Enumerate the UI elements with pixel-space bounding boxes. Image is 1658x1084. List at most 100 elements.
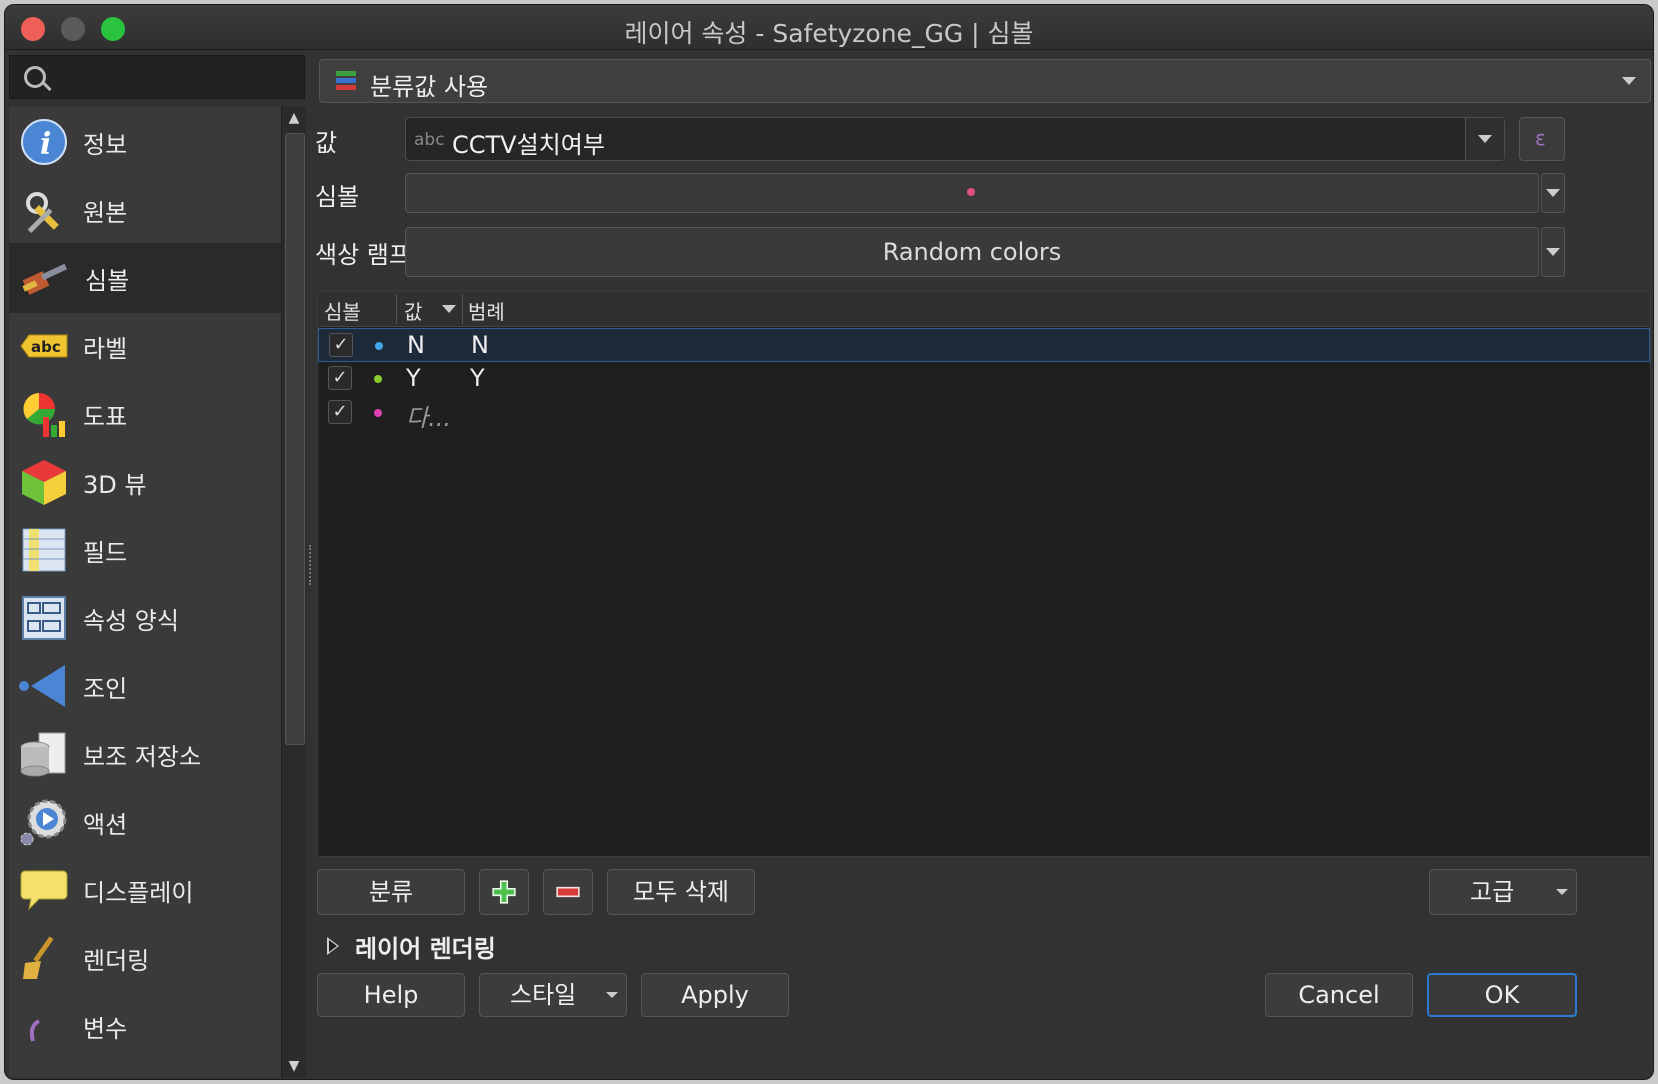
sidebar-item-display[interactable]: 디스플레이 <box>9 855 281 925</box>
action-gear-icon <box>20 799 67 846</box>
chevron-down-icon <box>1546 189 1560 197</box>
join-icon <box>19 665 65 707</box>
3d-cube-icon <box>22 460 66 505</box>
header-separator <box>396 294 397 324</box>
plus-icon <box>492 880 516 904</box>
table-row[interactable]: ✓ N N <box>318 328 1650 362</box>
row-symbol[interactable] <box>375 342 383 350</box>
expand-triangle-icon[interactable] <box>327 937 339 955</box>
sidebar-item-label: 심볼 <box>85 267 130 295</box>
color-ramp-button[interactable]: Random colors <box>405 227 1539 277</box>
sidebar-item-symbology[interactable]: 심볼 <box>9 243 281 313</box>
sidebar-item-fields[interactable]: 필드 <box>9 515 281 585</box>
sidebar-item-labels[interactable]: abc 라벨 <box>9 311 281 381</box>
label-abc-icon: abc <box>20 334 68 358</box>
sidebar-item-label: 변수 <box>83 1015 128 1043</box>
sidebar-item-info[interactable]: i 정보 <box>9 107 281 177</box>
sidebar-item-label: 정보 <box>83 131 128 159</box>
style-label: 스타일 <box>510 981 577 1009</box>
row-checkbox[interactable]: ✓ <box>329 333 353 357</box>
categorized-renderer-icon <box>336 71 356 90</box>
sort-desc-icon <box>442 305 456 313</box>
ok-button[interactable]: OK <box>1427 973 1577 1017</box>
table-row[interactable]: ✓ 다... <box>318 396 1650 433</box>
scroll-up-icon[interactable]: ▲ <box>282 107 306 129</box>
attributes-form-icon <box>22 596 66 640</box>
string-type-badge: abc <box>414 130 445 150</box>
row-legend[interactable]: N <box>471 331 489 359</box>
sidebar-item-variables[interactable]: 변수 <box>9 991 281 1061</box>
header-separator <box>462 294 463 324</box>
advanced-button[interactable]: 고급 <box>1429 869 1577 915</box>
row-symbol[interactable] <box>374 375 382 383</box>
row-value[interactable]: 다... <box>406 398 451 433</box>
classify-button[interactable]: 분류 <box>317 869 465 915</box>
cancel-button[interactable]: Cancel <box>1265 973 1413 1017</box>
sidebar-item-actions[interactable]: 액션 <box>9 787 281 857</box>
sidebar: i 정보 원본 심볼 abc 라벨 도표 3D 뷰 필드 속성 양식 조인 보조… <box>5 51 306 1079</box>
add-category-button[interactable] <box>479 869 529 915</box>
display-tip-icon <box>20 870 68 911</box>
sidebar-item-label: 라벨 <box>83 335 128 363</box>
sidebar-item-label: 속성 양식 <box>83 607 179 635</box>
row-value[interactable]: N <box>407 331 425 359</box>
scroll-down-icon[interactable]: ▼ <box>282 1055 306 1077</box>
sidebar-menu: i 정보 원본 심볼 abc 라벨 도표 3D 뷰 필드 속성 양식 조인 보조… <box>9 107 281 1077</box>
header-symbol[interactable]: 심볼 <box>324 296 361 325</box>
search-icon <box>24 66 46 88</box>
row-checkbox[interactable]: ✓ <box>328 366 352 390</box>
style-button[interactable]: 스타일 <box>479 973 627 1017</box>
search-input[interactable] <box>9 55 305 99</box>
sidebar-item-auxiliary-storage[interactable]: 보조 저장소 <box>9 719 281 789</box>
row-symbol[interactable] <box>374 409 382 417</box>
delete-all-button[interactable]: 모두 삭제 <box>607 869 755 915</box>
info-icon: i <box>21 119 67 165</box>
sidebar-item-label: 액션 <box>83 811 128 839</box>
chevron-down-icon <box>1622 77 1636 85</box>
header-value[interactable]: 값 <box>404 296 422 325</box>
symbology-brush-icon <box>22 263 68 295</box>
expression-icon: ε <box>1535 126 1546 150</box>
value-field-text: CCTV설치여부 <box>452 131 605 159</box>
rendering-brush-icon <box>23 936 54 979</box>
header-legend[interactable]: 범례 <box>468 296 505 325</box>
symbol-preview <box>967 188 975 196</box>
sidebar-item-label: 필드 <box>83 539 128 567</box>
sidebar-item-diagrams[interactable]: 도표 <box>9 379 281 449</box>
table-row[interactable]: ✓ Y Y <box>318 362 1650 396</box>
sidebar-item-source[interactable]: 원본 <box>9 175 281 245</box>
row-value[interactable]: Y <box>406 364 421 392</box>
symbol-menu-button[interactable] <box>1541 173 1565 213</box>
chevron-down-icon <box>1546 248 1560 256</box>
sidebar-item-label: 디스플레이 <box>83 879 194 907</box>
symbology-panel: 분류값 사용 값 abc CCTV설치여부 ε 심볼 색상 램프 Random … <box>315 51 1653 1079</box>
expression-button[interactable]: ε <box>1519 117 1565 161</box>
sidebar-item-label: 조인 <box>83 675 128 703</box>
color-ramp-menu-button[interactable] <box>1541 227 1565 277</box>
sidebar-scrollbar[interactable]: ▲ ▼ <box>281 107 306 1077</box>
diagram-icon <box>23 393 65 437</box>
sidebar-item-label: 보조 저장소 <box>83 743 202 771</box>
symbol-label: 심볼 <box>315 183 360 211</box>
sidebar-item-label: 렌더링 <box>83 947 150 975</box>
sidebar-item-3d-view[interactable]: 3D 뷰 <box>9 447 281 517</box>
svg-text:abc: abc <box>31 338 61 356</box>
window-title: 레이어 속성 - Safetyzone_GG | 심볼 <box>624 19 1034 48</box>
row-checkbox[interactable]: ✓ <box>328 400 352 424</box>
sidebar-item-rendering[interactable]: 렌더링 <box>9 923 281 993</box>
scroll-thumb[interactable] <box>285 133 305 745</box>
renderer-select[interactable]: 분류값 사용 <box>319 59 1651 103</box>
color-ramp-value: Random colors <box>882 238 1062 266</box>
sidebar-item-attributes-form[interactable]: 속성 양식 <box>9 583 281 653</box>
help-button[interactable]: Help <box>317 973 465 1017</box>
delete-category-button[interactable] <box>543 869 593 915</box>
sidebar-item-joins[interactable]: 조인 <box>9 651 281 721</box>
row-legend[interactable]: Y <box>470 364 485 392</box>
svg-text:i: i <box>40 127 51 162</box>
categories-table[interactable]: 심볼 값 범례 ✓ N N ✓ Y Y ✓ 다... <box>317 291 1651 857</box>
value-field-select[interactable]: abc CCTV설치여부 <box>405 117 1505 161</box>
apply-button[interactable]: Apply <box>641 973 789 1017</box>
symbol-button[interactable] <box>405 173 1539 213</box>
layer-rendering-label: 레이어 렌더링 <box>355 935 496 963</box>
value-field-dropdown-button[interactable] <box>1465 118 1504 160</box>
